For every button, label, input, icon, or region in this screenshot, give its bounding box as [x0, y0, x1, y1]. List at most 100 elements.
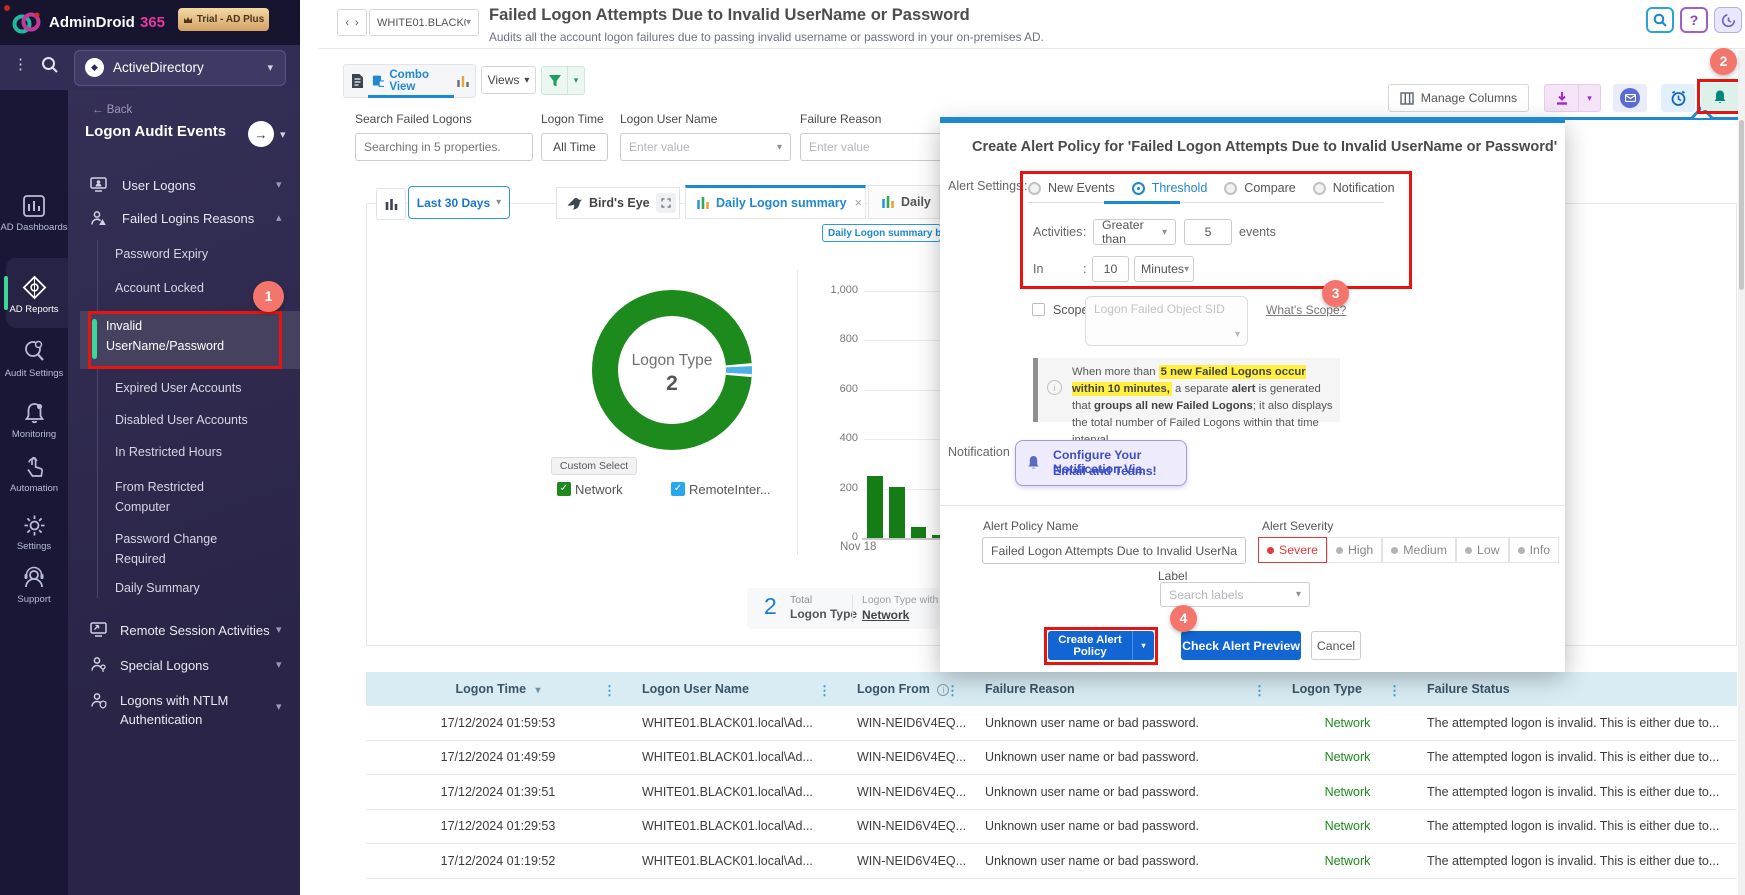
sidebar-item-invalid-username-password[interactable]: Invalid UserName/Password: [80, 311, 300, 369]
severity-option[interactable]: Medium: [1382, 537, 1456, 563]
col-failure-status[interactable]: Failure Status: [1415, 682, 1737, 696]
combo-view-tab[interactable]: Combo View: [372, 65, 451, 97]
check-alert-preview-button[interactable]: Check Alert Preview: [1181, 631, 1301, 660]
close-icon[interactable]: ×: [855, 196, 862, 210]
label-select[interactable]: Search labels ▾: [1160, 582, 1310, 607]
logon-type-donut-chart[interactable]: [586, 284, 758, 456]
severity-option[interactable]: Low: [1456, 537, 1509, 563]
history-button[interactable]: [1714, 7, 1742, 33]
filter-caret[interactable]: ▾: [568, 67, 584, 94]
kebab-icon[interactable]: ⋮: [603, 683, 616, 699]
chart-type-chip[interactable]: [376, 188, 406, 220]
trial-badge[interactable]: Trial - AD Plus: [178, 8, 269, 31]
nav-arrows[interactable]: ‹›: [337, 9, 367, 36]
sidebar-item-ntlm[interactable]: Logons with NTLMAuthentication: [120, 691, 228, 729]
pin-report-button[interactable]: →: [248, 121, 274, 147]
activities-operator-select[interactable]: Greater than▾: [1093, 219, 1176, 245]
in-minutes-input[interactable]: [1092, 256, 1129, 282]
next-tab-partial[interactable]: Daily: [868, 185, 940, 219]
scope-input[interactable]: Logon Failed Object SID ▾: [1085, 296, 1248, 346]
alert-type-radio[interactable]: Compare: [1224, 181, 1295, 195]
sidebar-item-from-restricted-computer[interactable]: From RestrictedComputer: [115, 477, 204, 517]
policy-name-input[interactable]: [982, 537, 1246, 564]
severity-option[interactable]: High: [1327, 537, 1382, 563]
kebab-icon[interactable]: ⋮: [946, 683, 959, 699]
chevron-down-icon[interactable]: ▾: [276, 700, 282, 713]
module-select[interactable]: ◆ ActiveDirectory ▾: [74, 50, 286, 86]
export-caret[interactable]: ▾: [1579, 85, 1600, 111]
scrollbar-track[interactable]: [1738, 50, 1745, 895]
rail-item-settings[interactable]: Settings: [0, 513, 68, 552]
search-input[interactable]: [355, 133, 533, 161]
sidebar-item-daily-summary[interactable]: Daily Summary: [115, 581, 200, 595]
severity-option[interactable]: Severe: [1258, 537, 1327, 563]
table-row[interactable]: 17/12/2024 01:49:59 WHITE01.BLACK01.loca…: [366, 741, 1737, 776]
back-arrow-icon[interactable]: ‹: [345, 17, 349, 29]
sidebar-item-expired-user-accounts[interactable]: Expired User Accounts: [115, 381, 241, 395]
sidebar-item-special-logons[interactable]: Special Logons: [120, 658, 209, 673]
manage-columns-button[interactable]: Manage Columns: [1388, 84, 1529, 112]
kebab-icon[interactable]: ⋮: [1388, 683, 1401, 699]
summary-chip[interactable]: Daily Logon summary b: [822, 224, 941, 242]
create-alert-policy-split-button[interactable]: Create Alert Policy ▾: [1048, 631, 1154, 660]
legend-network-checkbox[interactable]: ✓: [557, 482, 571, 496]
col-failure-reason[interactable]: Failure Reason⋮: [973, 682, 1280, 696]
alert-type-radio[interactable]: Threshold: [1132, 181, 1208, 195]
sidebar-item-user-logons[interactable]: User Logons: [122, 178, 196, 193]
back-link[interactable]: ← Back: [92, 104, 132, 116]
feedback-button[interactable]: [1613, 84, 1647, 112]
chevron-down-icon[interactable]: ▾: [276, 178, 282, 191]
sidebar-item-account-locked[interactable]: Account Locked: [115, 281, 204, 295]
activities-count-input[interactable]: [1184, 219, 1232, 245]
rail-item-ad-dashboards[interactable]: AD Dashboards: [0, 193, 68, 233]
export-main[interactable]: [1545, 85, 1579, 111]
chevron-down-icon[interactable]: ▾: [276, 623, 282, 636]
table-row[interactable]: 17/12/2024 01:19:52 WHITE01.BLACK01.loca…: [366, 844, 1737, 879]
col-logon-from[interactable]: Logon From i ⋮: [845, 682, 973, 696]
kebab-icon[interactable]: ⋮: [818, 683, 831, 699]
rail-item-ad-reports[interactable]: AD Reports: [0, 274, 68, 315]
alert-type-radio[interactable]: New Events: [1028, 181, 1115, 195]
rail-item-support[interactable]: Support: [0, 565, 68, 605]
birds-eye-tab[interactable]: Bird's Eye: [556, 187, 680, 219]
sidebar-item-disabled-user-accounts[interactable]: Disabled User Accounts: [115, 413, 248, 427]
sidebar-item-in-restricted-hours[interactable]: In Restricted Hours: [115, 445, 222, 459]
help-button[interactable]: ?: [1680, 7, 1708, 33]
filter-main[interactable]: [542, 67, 568, 94]
create-caret-button[interactable]: ▾: [1133, 631, 1154, 660]
date-range-button[interactable]: Last 30 Days ▾: [408, 186, 510, 219]
chevron-up-icon[interactable]: ▴: [276, 211, 282, 224]
expand-button[interactable]: [656, 193, 676, 213]
device-select[interactable]: WHITE01.BLACK0... ▾: [369, 9, 479, 36]
search-icon[interactable]: [41, 56, 59, 74]
in-unit-select[interactable]: Minutes▾: [1134, 256, 1194, 282]
rail-item-audit-settings[interactable]: Audit Settings: [0, 338, 68, 379]
logon-time-filter[interactable]: All Time: [541, 133, 608, 161]
scope-checkbox[interactable]: [1032, 303, 1045, 316]
sort-icon[interactable]: ▾: [536, 685, 541, 696]
cancel-button[interactable]: Cancel: [1311, 631, 1361, 660]
table-row[interactable]: 17/12/2024 01:29:53 WHITE01.BLACK01.loca…: [366, 810, 1737, 845]
menu-dots-icon[interactable]: ⋮: [13, 55, 28, 73]
filter-split-button[interactable]: ▾: [541, 66, 585, 95]
sidebar-item-failed-logins-reasons[interactable]: Failed Logins Reasons: [122, 211, 254, 226]
chevron-down-icon[interactable]: ▾: [276, 658, 282, 671]
kebab-icon[interactable]: ⋮: [1253, 683, 1266, 699]
alert-type-radio[interactable]: Notification: [1313, 181, 1395, 195]
chevron-down-icon[interactable]: ▾: [280, 128, 286, 141]
views-dropdown[interactable]: Views▾: [481, 66, 536, 94]
rail-item-automation[interactable]: Automation: [0, 455, 68, 494]
alert-policy-button[interactable]: [1701, 83, 1739, 110]
table-row[interactable]: 17/12/2024 01:39:51 WHITE01.BLACK01.loca…: [366, 775, 1737, 810]
sidebar-item-remote-session-activities[interactable]: Remote Session Activities: [120, 623, 270, 638]
legend-remote-checkbox[interactable]: ✓: [671, 482, 685, 496]
configure-notification-button[interactable]: Configure Your Notification Via Email an…: [1015, 440, 1187, 486]
logon-user-filter[interactable]: Enter value ▾: [620, 133, 791, 161]
grid-view-tab[interactable]: [344, 73, 372, 89]
create-alert-policy-button[interactable]: Create Alert Policy: [1048, 631, 1133, 660]
custom-select-button[interactable]: Custom Select: [551, 457, 637, 475]
col-logon-user[interactable]: Logon User Name⋮: [630, 682, 845, 696]
chart-view-tab[interactable]: [451, 74, 475, 88]
forward-arrow-icon[interactable]: ›: [355, 17, 359, 29]
rail-item-monitoring[interactable]: Monitoring: [0, 401, 68, 440]
